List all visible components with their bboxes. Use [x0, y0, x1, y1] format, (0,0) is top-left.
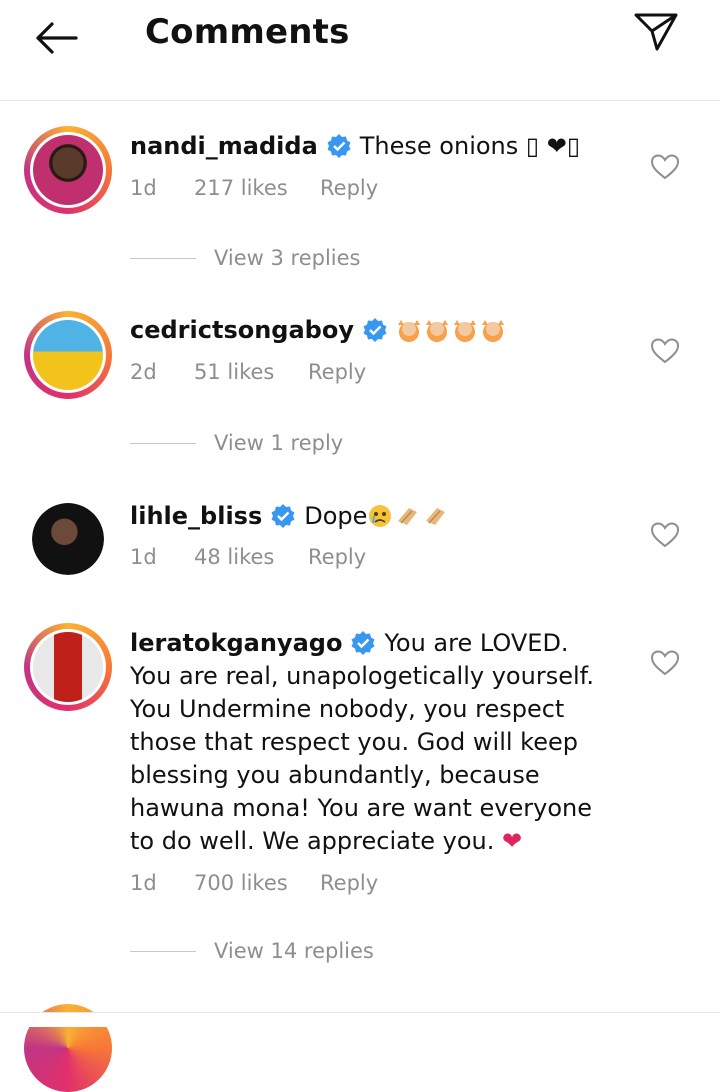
view-replies-label: View 1 reply [214, 431, 344, 455]
heart-emoji: ❤ [502, 827, 523, 855]
raising-hands-emoji-icon [426, 320, 448, 342]
page-title: Comments [145, 12, 350, 52]
heart-outline-icon[interactable] [650, 520, 680, 550]
reply-button[interactable]: Reply [308, 360, 366, 384]
comment-username[interactable]: nandi_madida [130, 132, 318, 160]
bottom-edge [0, 1012, 720, 1027]
raising-hands-emoji-icon [482, 320, 504, 342]
divider [130, 442, 196, 444]
avatar-image [32, 503, 104, 575]
view-replies-label: View 3 replies [214, 246, 361, 270]
comment-likes[interactable]: 217 likes [194, 176, 288, 200]
comment-time: 1d [130, 176, 157, 200]
comment-likes[interactable]: 51 likes [194, 360, 274, 384]
view-replies-button[interactable]: View 3 replies [130, 246, 361, 270]
view-replies-button[interactable]: View 14 replies [130, 939, 374, 963]
comment-body: lihle_bliss Dope [130, 500, 610, 533]
avatar-story-ring[interactable] [24, 623, 112, 711]
divider [130, 257, 196, 259]
heart-outline-icon[interactable] [650, 648, 680, 678]
comment-body: leratokganyago You are LOVED. You are rea… [130, 627, 610, 858]
verified-badge-icon [351, 631, 375, 655]
avatar-frame [32, 503, 104, 575]
divider [130, 950, 196, 952]
avatar-image [33, 135, 103, 205]
avatar-image [33, 632, 103, 702]
verified-badge-icon [271, 504, 295, 528]
comment-likes[interactable]: 48 likes [194, 545, 274, 569]
comment-time: 1d [130, 545, 157, 569]
back-button[interactable] [28, 18, 84, 58]
paper-plane-icon [634, 13, 678, 51]
view-replies-button[interactable]: View 1 reply [130, 431, 343, 455]
verified-badge-icon [327, 134, 351, 158]
crying-face-emoji-icon [369, 505, 392, 527]
comment-likes[interactable]: 700 likes [194, 871, 288, 895]
clapping-hands-emoji-icon [398, 508, 418, 525]
header: Comments [0, 0, 720, 101]
comment-time: 2d [130, 360, 157, 384]
comment-text: Dope [304, 502, 368, 530]
comment-body: cedrictsongaboy [130, 314, 610, 347]
comment-text: These onions ▯ ❤▯ [359, 132, 581, 160]
reply-button[interactable]: Reply [308, 545, 366, 569]
avatar-image [33, 320, 103, 390]
reply-button[interactable]: Reply [320, 871, 378, 895]
avatar [30, 132, 106, 208]
avatar-story-ring[interactable] [24, 311, 112, 399]
share-button[interactable] [628, 6, 684, 58]
raising-hands-emoji-icon [398, 320, 420, 342]
reply-button[interactable]: Reply [320, 176, 378, 200]
comment-username[interactable]: leratokganyago [130, 629, 342, 657]
raising-hands-emoji-icon [454, 320, 476, 342]
avatar-story-ring[interactable] [24, 126, 112, 214]
avatar [30, 317, 106, 393]
comment-username[interactable]: lihle_bliss [130, 502, 262, 530]
comment-time: 1d [130, 871, 157, 895]
back-arrow-icon [36, 22, 78, 54]
emoji-group [396, 316, 508, 344]
heart-outline-icon[interactable] [650, 336, 680, 366]
comment-username[interactable]: cedrictsongaboy [130, 316, 354, 344]
view-replies-label: View 14 replies [214, 939, 374, 963]
heart-outline-icon[interactable] [650, 152, 680, 182]
avatar [30, 629, 106, 705]
comment-text: You are LOVED. You are real, unapologeti… [130, 629, 594, 855]
avatar[interactable] [24, 495, 112, 583]
comment-body: nandi_madida These onions ▯ ❤▯ [130, 130, 610, 163]
clapping-hands-emoji-icon [426, 508, 446, 525]
verified-badge-icon [363, 318, 387, 342]
